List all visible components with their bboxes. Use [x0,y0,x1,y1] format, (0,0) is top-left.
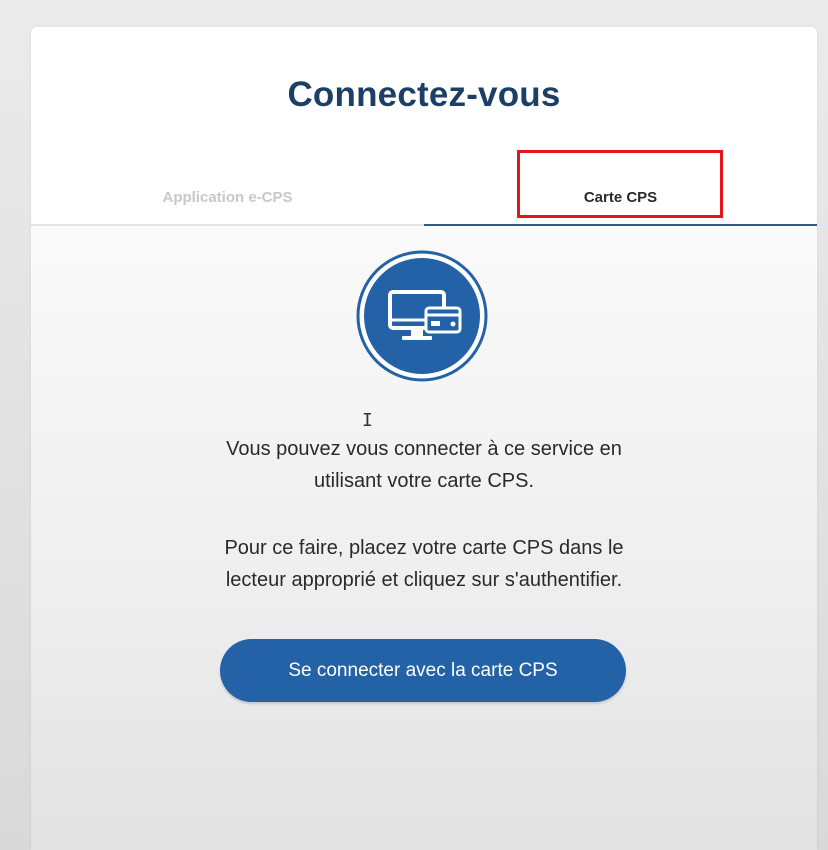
page-title: Connectez-vous [287,75,561,114]
info-paragraph-2: Pour ce faire, placez votre carte CPS da… [31,532,817,596]
info-paragraph-1-line-1: Vous pouvez vous connecter à ce service … [226,438,622,460]
connect-button-label: Se connecter avec la carte CPS [288,659,558,681]
tab-panel-carte-cps: I Vous pouvez vous connecter à ce servic… [31,226,817,850]
computer-with-card-icon [356,250,488,382]
screen-background: Connectez-vous Application e-CPS Carte C… [0,0,828,850]
login-header: Connectez-vous Application e-CPS Carte C… [31,27,817,227]
text-cursor-icon: I [362,410,373,431]
info-paragraph-2-line-2: lecteur approprié et cliquez sur s'authe… [225,569,623,591]
connect-with-cps-card-button[interactable]: Se connecter avec la carte CPS [220,639,626,702]
info-paragraph-1-line-2: utilisant votre carte CPS. [313,470,535,492]
tab-application-ecps-label: Application e-CPS [162,189,293,206]
tab-carte-cps-label: Carte CPS [583,189,658,206]
login-card: Connectez-vous Application e-CPS Carte C… [31,27,817,850]
info-paragraph-2-line-1: Pour ce faire, placez votre carte CPS da… [224,537,624,559]
tab-carte-cps[interactable]: Carte CPS [424,171,817,227]
tab-application-ecps[interactable]: Application e-CPS [31,171,424,226]
info-paragraph-1: Vous pouvez vous connecter à ce service … [31,433,817,497]
